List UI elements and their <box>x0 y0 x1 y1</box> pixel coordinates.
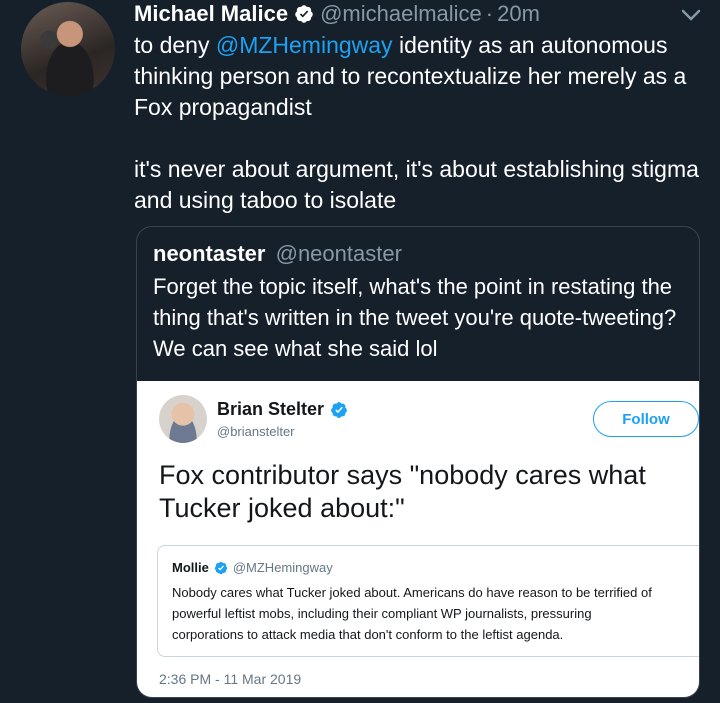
avatar[interactable] <box>21 2 115 96</box>
tweet-text-start: to deny <box>134 32 216 58</box>
inner-author-name: Mollie <box>172 560 209 575</box>
embedded-author-handle: @brianstelter <box>217 424 295 439</box>
inner-quote-text: Nobody cares what Tucker joked about. Am… <box>172 585 652 642</box>
chevron-down-icon[interactable] <box>680 6 702 24</box>
embedded-timestamp: 2:36 PM - 11 Mar 2019 <box>159 671 302 687</box>
quote-author-name: neontaster <box>153 241 266 266</box>
inner-author-handle: @MZHemingway <box>232 560 333 575</box>
embedded-screenshot[interactable]: Brian Stelter @brianstelter Follow Fox c… <box>137 381 699 697</box>
quote-text: Forget the topic itself, what's the poin… <box>153 274 677 361</box>
inner-quote-header: Mollie @MZHemingway <box>172 560 333 575</box>
tweet-time[interactable]: 20m <box>497 1 540 27</box>
follow-button: Follow <box>593 401 699 437</box>
author-handle[interactable]: @michaelmalice <box>320 1 482 27</box>
embedded-avatar <box>159 395 207 443</box>
verified-badge-icon <box>214 561 227 574</box>
embedded-author-name: Brian Stelter <box>217 399 325 419</box>
quote-tweet[interactable]: neontaster @neontaster Forget the topic … <box>136 226 700 698</box>
tweet-body: to deny @MZHemingway identity as an auto… <box>134 30 709 216</box>
inner-quote: Mollie @MZHemingway Nobody cares what Tu… <box>157 545 699 657</box>
mention-link[interactable]: @MZHemingway <box>216 32 393 58</box>
author-name[interactable]: Michael Malice <box>134 1 288 27</box>
quote-header: neontaster @neontaster <box>153 241 402 267</box>
verified-badge-icon <box>331 401 347 418</box>
verified-badge-icon <box>295 5 313 23</box>
embedded-text: Fox contributor says "nobody cares what … <box>159 460 646 523</box>
tweet-header: Michael Malice @michaelmalice · 20m <box>134 0 540 28</box>
quote-author-handle: @neontaster <box>275 241 402 266</box>
embedded-author: Brian Stelter <box>217 399 354 420</box>
tweet-text-second: it's never about argument, it's about es… <box>134 156 699 213</box>
separator: · <box>485 1 494 26</box>
